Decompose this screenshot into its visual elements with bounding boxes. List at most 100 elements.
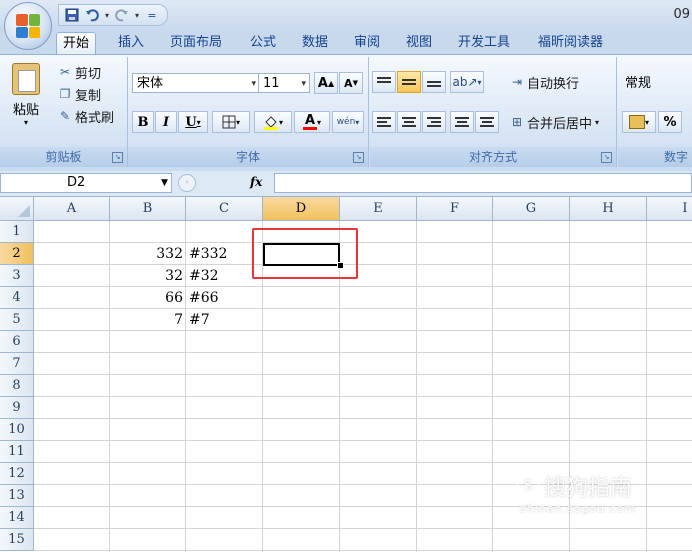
underline-button[interactable]: U ▾ [178, 111, 208, 133]
cut-button[interactable]: ✂ 剪切 [58, 63, 102, 82]
column-header-i[interactable]: I [647, 197, 692, 221]
align-bottom-button[interactable] [422, 71, 446, 93]
paste-button[interactable]: 粘贴 ▾ [6, 63, 46, 127]
cell-c4[interactable]: #66 [186, 287, 263, 309]
align-top-button[interactable] [372, 71, 396, 93]
column-header-e[interactable]: E [340, 197, 417, 221]
column-header-b[interactable]: B [110, 197, 186, 221]
font-launcher-icon[interactable]: ↘ [353, 152, 364, 163]
select-all-button[interactable] [0, 197, 34, 221]
name-box[interactable]: D2 ▼ [0, 173, 172, 193]
font-name-value: 宋体 [137, 76, 164, 91]
align-left-button[interactable] [372, 111, 396, 133]
format-painter-label: 格式刷 [75, 110, 115, 126]
font-color-label: A [304, 112, 316, 128]
bold-button[interactable]: B [132, 111, 154, 133]
font-name-select[interactable]: 宋体 ▾ [132, 73, 260, 93]
border-button[interactable]: ▾ [212, 111, 250, 133]
phonetic-guide-button[interactable]: wén ▾ [332, 111, 364, 133]
cell-b2[interactable]: 332 [110, 243, 186, 265]
row-header-15[interactable]: 15 [0, 529, 34, 551]
copy-button[interactable]: ❐ 复制 [58, 85, 101, 104]
row-header-12[interactable]: 12 [0, 463, 34, 485]
undo-icon[interactable] [83, 7, 101, 23]
accounting-format-button[interactable]: ▾ [622, 111, 656, 133]
fill-color-button[interactable]: ▾ [254, 111, 292, 133]
tab-insert[interactable]: 插入 [112, 32, 150, 54]
italic-button[interactable]: I [155, 111, 177, 133]
orientation-button[interactable]: ab↗ ▾ [450, 71, 484, 93]
column-gridline [416, 221, 417, 552]
row-header-13[interactable]: 13 [0, 485, 34, 507]
percent-style-button[interactable]: % [658, 111, 682, 133]
paste-dropdown-icon: ▾ [23, 118, 28, 127]
clipboard-launcher-icon[interactable]: ↘ [112, 152, 123, 163]
name-box-dropdown-icon[interactable]: ▼ [161, 174, 168, 192]
tab-developer[interactable]: 开发工具 [452, 32, 516, 54]
column-header-a[interactable]: A [34, 197, 110, 221]
undo-dropdown-icon[interactable]: ▾ [103, 7, 111, 23]
cell-b5[interactable]: 7 [110, 309, 186, 331]
tab-formulas[interactable]: 公式 [244, 32, 282, 54]
merge-center-button[interactable]: ⊞ 合并后居中 ▾ [510, 113, 599, 132]
align-right-button[interactable] [422, 111, 446, 133]
tab-view[interactable]: 视图 [400, 32, 438, 54]
cell-b4[interactable]: 66 [110, 287, 186, 309]
insert-function-icon[interactable]: fx [250, 175, 262, 189]
row-header-9[interactable]: 9 [0, 397, 34, 419]
row-header-3[interactable]: 3 [0, 265, 34, 287]
row-header-8[interactable]: 8 [0, 375, 34, 397]
orientation-icon: ab↗ [452, 75, 478, 89]
formula-input[interactable] [274, 173, 692, 193]
alignment-launcher-icon[interactable]: ↘ [601, 152, 612, 163]
decrease-indent-button[interactable] [450, 111, 474, 133]
row-header-1[interactable]: 1 [0, 221, 34, 243]
row-header-7[interactable]: 7 [0, 353, 34, 375]
grow-font-label: A [317, 75, 328, 91]
customize-toolbar-button[interactable]: = [143, 7, 161, 23]
column-header-d[interactable]: D [263, 197, 340, 221]
column-header-c[interactable]: C [186, 197, 263, 221]
cell-c5[interactable]: #7 [186, 309, 263, 331]
tab-foxit-reader[interactable]: 福昕阅读器 [532, 32, 609, 54]
office-button[interactable] [4, 2, 52, 50]
align-center-button[interactable] [397, 111, 421, 133]
format-painter-button[interactable]: ✎ 格式刷 [58, 107, 115, 126]
merge-cells-icon: ⊞ [511, 115, 523, 129]
redo-icon[interactable] [113, 7, 131, 23]
clipboard-icon [12, 63, 40, 95]
grow-font-button[interactable]: A ▲ [314, 72, 338, 94]
align-middle-button[interactable] [397, 71, 421, 93]
save-icon[interactable] [63, 7, 81, 23]
border-icon [222, 115, 236, 129]
row-header-11[interactable]: 11 [0, 441, 34, 463]
watermark-main-text: 搜狗指南 [544, 476, 633, 501]
increase-indent-button[interactable] [475, 111, 499, 133]
clipboard-group: 粘贴 ▾ ✂ 剪切 ❐ 复制 ✎ 格式刷 剪贴板 ↘ [0, 57, 128, 167]
row-header-5[interactable]: 5 [0, 309, 34, 331]
ribbon-tabs: 开始 插入 页面布局 公式 数据 审阅 视图 开发工具 福昕阅读器 [0, 30, 692, 55]
tab-page-layout[interactable]: 页面布局 [164, 32, 228, 54]
redo-dropdown-icon[interactable]: ▾ [133, 7, 141, 23]
column-header-f[interactable]: F [417, 197, 493, 221]
font-color-button[interactable]: A ▾ [294, 111, 330, 133]
formula-bar-collapse-icon[interactable]: ◦ [178, 174, 196, 192]
watermark: S 搜狗指南 zhinan.sogou.com [516, 470, 686, 515]
number-format-select[interactable]: 常规 [620, 73, 692, 93]
font-size-select[interactable]: 11 ▾ [258, 73, 310, 93]
row-header-4[interactable]: 4 [0, 287, 34, 309]
tab-home[interactable]: 开始 [56, 32, 97, 55]
wrap-text-button[interactable]: ⇥ 自动换行 [510, 73, 579, 92]
tab-data[interactable]: 数据 [296, 32, 334, 54]
row-header-10[interactable]: 10 [0, 419, 34, 441]
cut-label: 剪切 [75, 66, 102, 82]
shrink-font-button[interactable]: A ▼ [339, 72, 363, 94]
row-header-14[interactable]: 14 [0, 507, 34, 529]
tab-review[interactable]: 审阅 [348, 32, 386, 54]
column-header-g[interactable]: G [493, 197, 570, 221]
row-header-2[interactable]: 2 [0, 243, 34, 265]
column-header-h[interactable]: H [570, 197, 647, 221]
row-header-6[interactable]: 6 [0, 331, 34, 353]
name-box-value: D2 [67, 175, 86, 190]
cell-b3[interactable]: 32 [110, 265, 186, 287]
